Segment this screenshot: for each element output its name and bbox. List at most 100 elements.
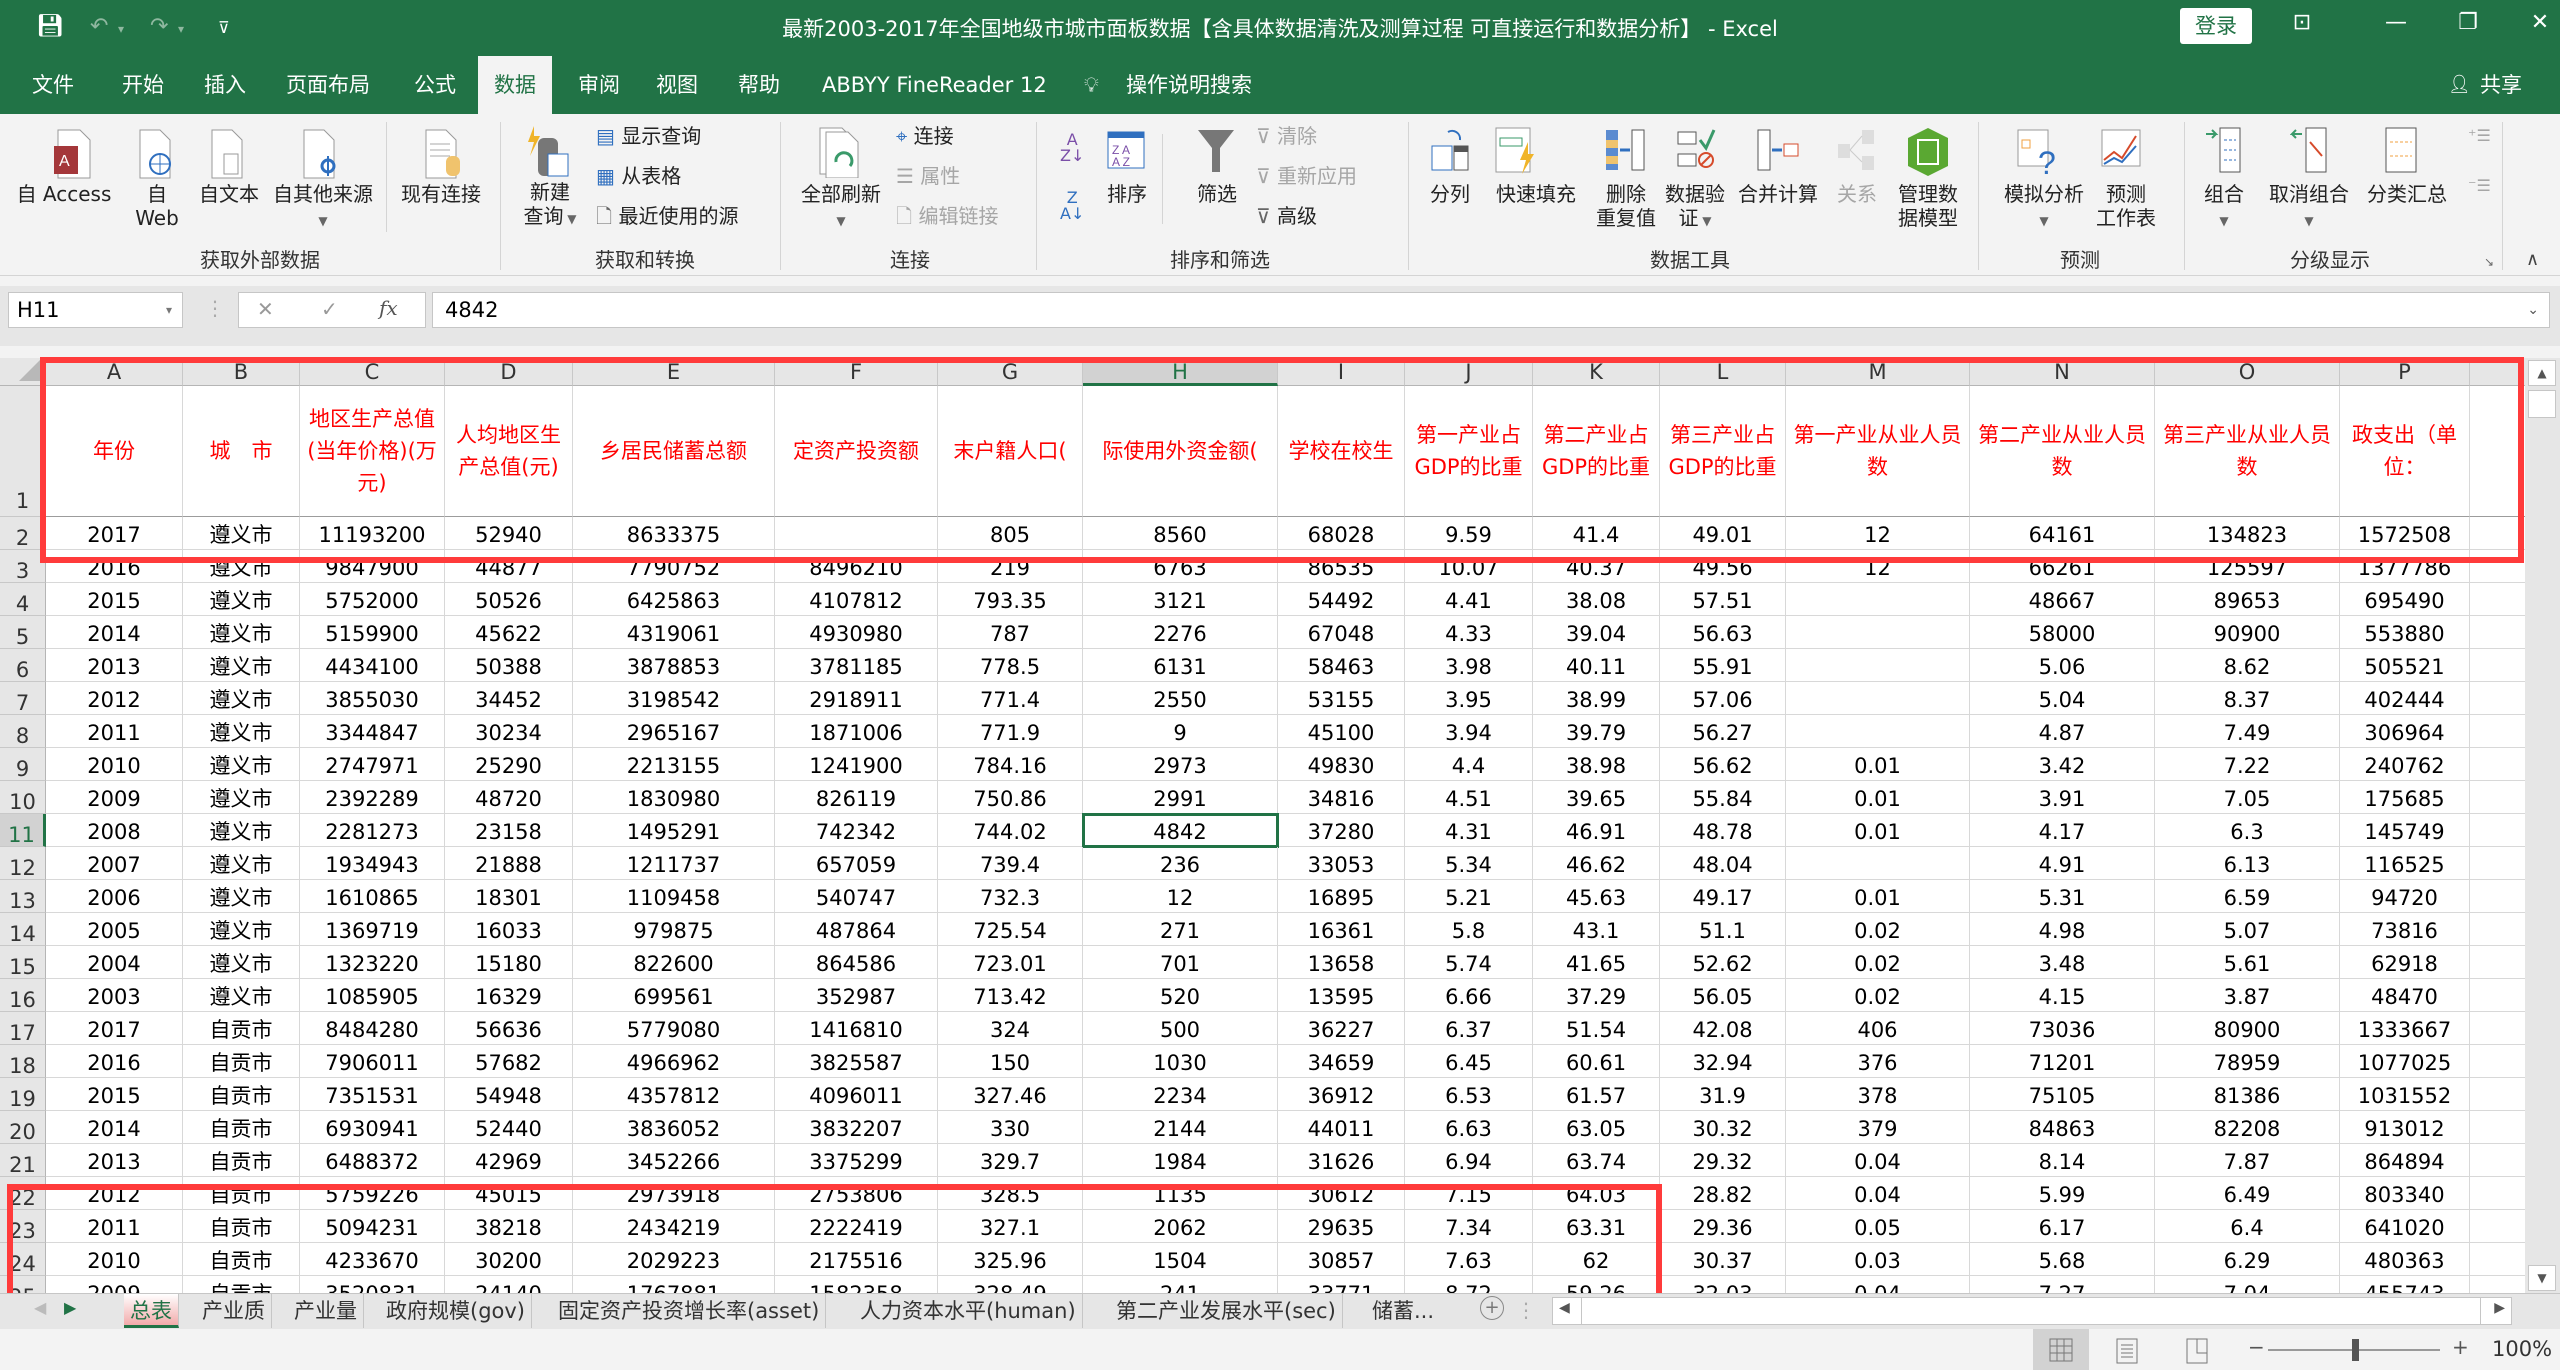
table-cell[interactable]: 793.35	[938, 583, 1083, 616]
table-cell[interactable]: 1871006	[775, 715, 938, 748]
table-cell[interactable]: 329.7	[938, 1144, 1083, 1177]
table-cell[interactable]: 48720	[445, 781, 573, 814]
table-cell[interactable]: 134823	[2155, 517, 2340, 550]
table-cell[interactable]: 1377786	[2340, 550, 2470, 583]
table-cell[interactable]: 6425863	[573, 583, 775, 616]
table-cell[interactable]: 1495291	[573, 814, 775, 847]
table-cell[interactable]: 2213155	[573, 748, 775, 781]
header-cell[interactable]: 定资产投资额	[775, 386, 938, 517]
sheet-tab-asset[interactable]: 固定资产投资增长率(asset)	[552, 1294, 827, 1328]
table-cell[interactable]: 771.4	[938, 682, 1083, 715]
table-cell[interactable]: 3.48	[1970, 946, 2155, 979]
table-cell[interactable]: 2006	[46, 880, 183, 913]
table-cell[interactable]: 4.51	[1405, 781, 1533, 814]
table-cell[interactable]: 2009	[46, 781, 183, 814]
table-cell[interactable]: 2003	[46, 979, 183, 1012]
table-cell[interactable]: 37.29	[1533, 979, 1660, 1012]
tab-review[interactable]: 审阅	[574, 56, 624, 114]
row-header[interactable]: 3	[0, 550, 46, 583]
table-cell[interactable]: 13658	[1278, 946, 1405, 979]
table-cell[interactable]: 4.87	[1970, 715, 2155, 748]
table-cell[interactable]: 0.03	[1786, 1243, 1970, 1276]
table-cell[interactable]: 2013	[46, 1144, 183, 1177]
tab-page-layout[interactable]: 页面布局	[282, 56, 374, 114]
table-cell[interactable]: 725.54	[938, 913, 1083, 946]
table-cell[interactable]: 71201	[1970, 1045, 2155, 1078]
table-cell[interactable]: 1109458	[573, 880, 775, 913]
table-cell[interactable]	[2470, 1045, 2525, 1078]
table-cell[interactable]: 145749	[2340, 814, 2470, 847]
table-cell[interactable]: 3.95	[1405, 682, 1533, 715]
table-cell[interactable]: 327.1	[938, 1210, 1083, 1243]
relationships-button[interactable]: 关系	[1832, 182, 1882, 206]
table-cell[interactable]: 641020	[2340, 1210, 2470, 1243]
table-cell[interactable]: 406	[1786, 1012, 1970, 1045]
table-cell[interactable]: 6.29	[2155, 1243, 2340, 1276]
table-cell[interactable]: 23158	[445, 814, 573, 847]
table-cell[interactable]: 2016	[46, 550, 183, 583]
enter-icon[interactable]: ✓	[321, 297, 338, 321]
table-cell[interactable]: 56636	[445, 1012, 573, 1045]
table-cell[interactable]	[2470, 682, 2525, 715]
table-cell[interactable]: 45.63	[1533, 880, 1660, 913]
table-cell[interactable]: 10.07	[1405, 550, 1533, 583]
tab-abbyy[interactable]: ABBYY FineReader 12	[818, 56, 1051, 114]
table-cell[interactable]: 38.98	[1533, 748, 1660, 781]
table-cell[interactable]: 遵义市	[183, 583, 300, 616]
table-cell[interactable]: 657059	[775, 847, 938, 880]
table-cell[interactable]: 913012	[2340, 1111, 2470, 1144]
table-cell[interactable]: 352987	[775, 979, 938, 1012]
table-cell[interactable]: 805	[938, 517, 1083, 550]
table-cell[interactable]: 16361	[1278, 913, 1405, 946]
table-cell[interactable]: 39.65	[1533, 781, 1660, 814]
table-cell[interactable]: 8496210	[775, 550, 938, 583]
column-header-p[interactable]: P	[2340, 358, 2470, 386]
table-cell[interactable]: 61.57	[1533, 1078, 1660, 1111]
table-cell[interactable]: 2016	[46, 1045, 183, 1078]
name-box[interactable]: H11 ▾	[8, 292, 183, 328]
table-cell[interactable]: 30200	[445, 1243, 573, 1276]
table-cell[interactable]: 4357812	[573, 1078, 775, 1111]
from-text-button[interactable]: 自文本	[194, 182, 264, 206]
advanced-filter-button[interactable]: ⊽ 高级	[1256, 204, 1317, 228]
table-cell[interactable]: 84863	[1970, 1111, 2155, 1144]
page-break-view-button[interactable]	[2186, 1338, 2212, 1364]
table-cell[interactable]: 2234	[1083, 1078, 1278, 1111]
row-header[interactable]: 2	[0, 517, 46, 550]
table-cell[interactable]: 0.02	[1786, 913, 1970, 946]
header-cell[interactable]: 第三产业从业人员数	[2155, 386, 2340, 517]
table-cell[interactable]: 6.63	[1405, 1111, 1533, 1144]
header-cell[interactable]: 学校在校生	[1278, 386, 1405, 517]
table-cell[interactable]: 6.49	[2155, 1177, 2340, 1210]
table-cell[interactable]: 4.4	[1405, 748, 1533, 781]
tab-help[interactable]: 帮助	[734, 56, 784, 114]
table-cell[interactable]: 39.79	[1533, 715, 1660, 748]
column-header-i[interactable]: I	[1278, 358, 1405, 386]
table-cell[interactable]: 7.22	[2155, 748, 2340, 781]
table-cell[interactable]: 13595	[1278, 979, 1405, 1012]
table-cell[interactable]: 64.03	[1533, 1177, 1660, 1210]
close-icon[interactable]: ✕	[2520, 10, 2560, 35]
table-cell[interactable]: 324	[938, 1012, 1083, 1045]
table-cell[interactable]: 6.13	[2155, 847, 2340, 880]
group-button[interactable]: 组合 ▼	[2196, 182, 2252, 233]
sort-descending-button[interactable]: Z A↓	[1060, 190, 1084, 222]
sheet-tab-industry-quantity[interactable]: 产业量	[288, 1294, 364, 1328]
table-cell[interactable]: 遵义市	[183, 880, 300, 913]
from-access-button[interactable]: 自 Access	[14, 182, 114, 206]
table-cell[interactable]: 自贡市	[183, 1012, 300, 1045]
table-cell[interactable]: 7790752	[573, 550, 775, 583]
table-cell[interactable]: 52.62	[1660, 946, 1786, 979]
table-cell[interactable]: 6.53	[1405, 1078, 1533, 1111]
table-cell[interactable]: 723.01	[938, 946, 1083, 979]
table-cell[interactable]: 116525	[2340, 847, 2470, 880]
table-cell[interactable]: 5.21	[1405, 880, 1533, 913]
header-cell[interactable]: 第二产业占GDP的比重	[1533, 386, 1660, 517]
table-cell[interactable]: 43.1	[1533, 913, 1660, 946]
table-cell[interactable]: 150	[938, 1045, 1083, 1078]
table-cell[interactable]: 30.37	[1660, 1243, 1786, 1276]
table-cell[interactable]: 306964	[2340, 715, 2470, 748]
table-cell[interactable]: 0.02	[1786, 979, 1970, 1012]
zoom-in-icon[interactable]: +	[2452, 1335, 2469, 1359]
table-cell[interactable]: 56.63	[1660, 616, 1786, 649]
